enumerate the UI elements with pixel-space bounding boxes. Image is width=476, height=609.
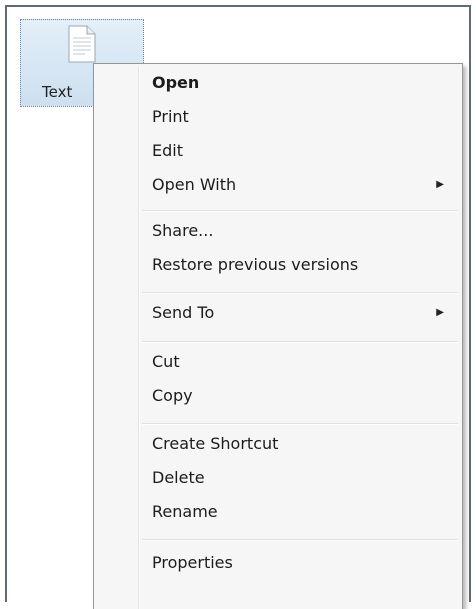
menu-item-delete[interactable]: Delete	[152, 463, 452, 493]
menu-item-open-with-label: Open With	[152, 175, 237, 194]
menu-separator	[142, 539, 458, 541]
menu-item-restore-previous-versions[interactable]: Restore previous versions	[152, 250, 452, 280]
menu-item-cut[interactable]: Cut	[152, 347, 452, 377]
menu-item-send-to[interactable]: Send To ▶	[152, 298, 452, 328]
context-menu: Open Print Edit Open With ▶ Share... Res…	[93, 63, 463, 609]
menu-icon-gutter	[138, 66, 140, 609]
menu-item-send-to-label: Send To	[152, 303, 215, 322]
menu-separator	[142, 341, 458, 343]
file-name-label: Text	[42, 83, 73, 101]
menu-item-edit[interactable]: Edit	[152, 136, 452, 166]
menu-separator	[142, 210, 458, 212]
text-document-icon	[68, 25, 96, 63]
menu-item-open[interactable]: Open	[152, 68, 452, 98]
menu-separator	[142, 292, 458, 294]
menu-item-open-with[interactable]: Open With ▶	[152, 170, 452, 200]
explorer-window: Text Open Print Edit Open With ▶ Share..…	[5, 5, 471, 609]
menu-item-print[interactable]: Print	[152, 102, 452, 132]
menu-item-copy[interactable]: Copy	[152, 381, 452, 411]
menu-item-rename[interactable]: Rename	[152, 497, 452, 527]
menu-item-create-shortcut[interactable]: Create Shortcut	[152, 429, 452, 459]
submenu-arrow-icon: ▶	[436, 307, 444, 318]
submenu-arrow-icon: ▶	[436, 179, 444, 190]
menu-item-share[interactable]: Share...	[152, 216, 452, 246]
menu-item-properties[interactable]: Properties	[152, 548, 452, 578]
menu-separator	[142, 423, 458, 425]
